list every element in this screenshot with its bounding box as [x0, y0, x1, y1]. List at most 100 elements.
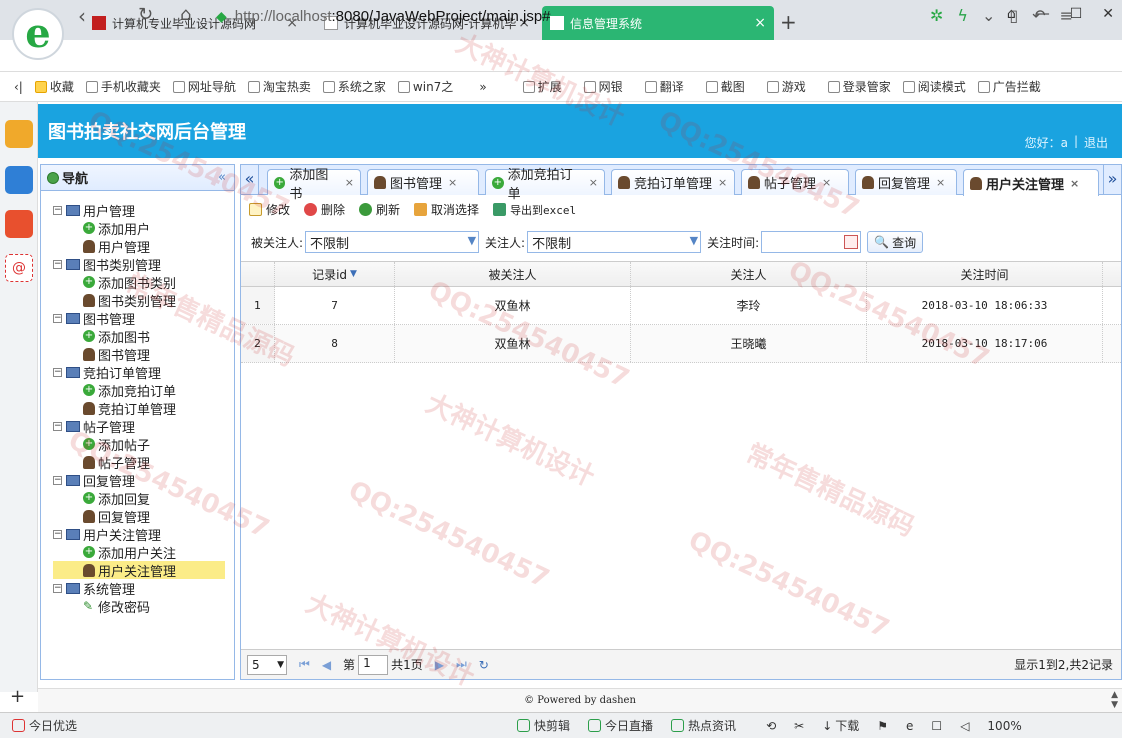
logout-link[interactable]: 退出 [1084, 134, 1108, 151]
toolbar-item[interactable]: 网银 [583, 78, 623, 95]
nav-item[interactable]: 图书管理 [53, 345, 225, 364]
mail-icon[interactable]: @ [5, 254, 33, 282]
more-bookmarks-icon[interactable]: » [479, 80, 486, 94]
accelerate-icon[interactable]: ✲ [930, 6, 943, 25]
panel-tab[interactable]: + 添加竞拍订单 × [485, 168, 605, 202]
column-header-follower[interactable]: 关注人 [631, 262, 867, 286]
delete-button[interactable]: 删除 [304, 201, 345, 218]
time-date-input[interactable] [761, 231, 862, 253]
nav-item[interactable]: 回复管理 [53, 507, 225, 526]
toolbar-item[interactable]: 游戏 [766, 78, 806, 95]
next-page-icon[interactable]: ▶ [435, 658, 444, 672]
nav-group[interactable]: − 图书管理 [53, 309, 225, 328]
home-icon[interactable]: ⌂ [180, 4, 191, 25]
collapse-icon[interactable]: « [218, 170, 226, 185]
tab-scroll-left-icon[interactable]: « [241, 165, 259, 195]
nav-item[interactable]: + 添加图书类别 [53, 273, 225, 292]
collapse-toggle-icon[interactable]: − [53, 205, 62, 215]
bookmark-item[interactable]: win7之 [397, 78, 453, 95]
collapse-toggle-icon[interactable]: − [53, 421, 62, 431]
nav-group[interactable]: − 用户关注管理 [53, 525, 225, 544]
status-item[interactable]: 今日优选 [12, 717, 77, 734]
nav-group[interactable]: − 用户管理 [53, 201, 225, 220]
status-item[interactable]: ↓ 下载 [822, 717, 859, 734]
nav-item[interactable]: 竞拍订单管理 [53, 399, 225, 418]
export-button[interactable]: 导出到excel [493, 201, 576, 218]
nav-item[interactable]: + 添加竞拍订单 [53, 381, 225, 400]
status-item[interactable]: 热点资讯 [671, 717, 736, 734]
nav-group[interactable]: − 回复管理 [53, 471, 225, 490]
panel-tab[interactable]: 图书管理 × [367, 169, 479, 195]
status-item[interactable]: 今日直播 [588, 717, 653, 734]
lightning-icon[interactable]: ϟ [957, 6, 968, 25]
menu-icon[interactable]: ≡ [1060, 6, 1073, 25]
last-page-icon[interactable]: ⏭ [456, 657, 467, 672]
refresh-button[interactable]: 刷新 [359, 201, 400, 218]
table-row[interactable]: 2 8 双鱼林 王晓曦 2018-03-10 18:17:06 [241, 325, 1121, 363]
toolbar-item[interactable]: 截图 [705, 78, 745, 95]
tab-scroll-right-icon[interactable]: » [1103, 165, 1121, 195]
nav-item[interactable]: + 添加帖子 [53, 435, 225, 454]
page-number-input[interactable]: 1 [358, 654, 389, 675]
tools-icon[interactable]: ✂ [794, 719, 804, 733]
bookmark-toggle-icon[interactable]: ‹| [14, 80, 23, 94]
close-icon[interactable]: × [448, 176, 457, 189]
nav-item[interactable]: ✎ 修改密码 [53, 597, 225, 616]
column-header-time[interactable]: 关注时间 [867, 262, 1103, 286]
weibo-icon[interactable] [5, 210, 33, 238]
panel-tab[interactable]: 用户关注管理 × [963, 169, 1099, 196]
toolbar-item[interactable]: 登录管家 [827, 78, 891, 95]
close-icon[interactable]: × [822, 176, 831, 189]
zoom-level[interactable]: 100% [987, 719, 1021, 733]
bookmark-item[interactable]: 网址导航 [172, 78, 236, 95]
nav-group[interactable]: − 竞拍订单管理 [53, 363, 225, 382]
status-item[interactable]: 快剪辑 [517, 717, 570, 734]
panel-tab[interactable]: 竞拍订单管理 × [611, 169, 735, 195]
nav-item[interactable]: + 添加回复 [53, 489, 225, 508]
reload-icon[interactable]: ↻ [138, 4, 153, 25]
nav-group[interactable]: − 系统管理 [53, 579, 225, 598]
sound-icon[interactable]: ◁ [960, 719, 969, 733]
nav-item[interactable]: + 添加用户关注 [53, 543, 225, 562]
first-page-icon[interactable]: ⏮ [299, 657, 310, 672]
close-icon[interactable]: × [936, 176, 945, 189]
collapse-toggle-icon[interactable]: − [53, 259, 62, 269]
page-size-select[interactable]: 5 ▼ [247, 654, 287, 675]
close-window-icon[interactable]: ✕ [1102, 6, 1114, 22]
follower-select[interactable]: 不限制 ▼ [527, 231, 702, 253]
nav-item[interactable]: 图书类别管理 [53, 291, 225, 310]
column-header-followed[interactable]: 被关注人 [395, 262, 631, 286]
flag-icon[interactable]: ⚑ [877, 719, 888, 733]
panel-tab[interactable]: 回复管理 × [855, 169, 957, 195]
collapse-toggle-icon[interactable]: − [53, 529, 62, 539]
edit-button[interactable]: 修改 [249, 201, 290, 218]
window-icon[interactable]: ☐ [931, 719, 942, 733]
bookmark-item[interactable]: 收藏 [34, 78, 74, 95]
column-header-id[interactable]: 记录id ▼ [275, 262, 395, 286]
bookmark-item[interactable]: 系统之家 [322, 78, 386, 95]
nav-item[interactable]: 用户关注管理 [53, 561, 225, 580]
followed-select[interactable]: 不限制 ▼ [305, 231, 480, 253]
add-icon[interactable]: + [10, 686, 25, 707]
calendar-icon[interactable] [844, 235, 859, 249]
collapse-toggle-icon[interactable]: − [53, 367, 62, 377]
ie-icon[interactable]: e [906, 719, 913, 733]
undo-icon[interactable]: ↶ [1032, 6, 1045, 25]
query-button[interactable]: 🔍 查询 [867, 231, 924, 253]
bookmark-item[interactable]: 手机收藏夹 [85, 78, 161, 95]
phone-icon[interactable]: ▯ [1009, 6, 1018, 25]
close-icon[interactable]: × [589, 176, 598, 189]
panel-tab[interactable]: 帖子管理 × [741, 169, 849, 195]
deselect-button[interactable]: 取消选择 [414, 201, 479, 218]
nav-item[interactable]: + 添加图书 [53, 327, 225, 346]
close-icon[interactable]: × [345, 176, 354, 189]
bookmark-item[interactable]: 淘宝热卖 [247, 78, 311, 95]
history-icon[interactable]: ⟲ [766, 719, 776, 733]
nav-item[interactable]: + 添加用户 [53, 219, 225, 238]
panel-tab[interactable]: + 添加图书 × [267, 168, 361, 202]
back-icon[interactable]: ‹ [78, 4, 86, 28]
nav-group[interactable]: − 图书类别管理 [53, 255, 225, 274]
toolbar-item[interactable]: 扩展 [522, 78, 562, 95]
nav-group[interactable]: − 帖子管理 [53, 417, 225, 436]
nav-item[interactable]: 用户管理 [53, 237, 225, 256]
